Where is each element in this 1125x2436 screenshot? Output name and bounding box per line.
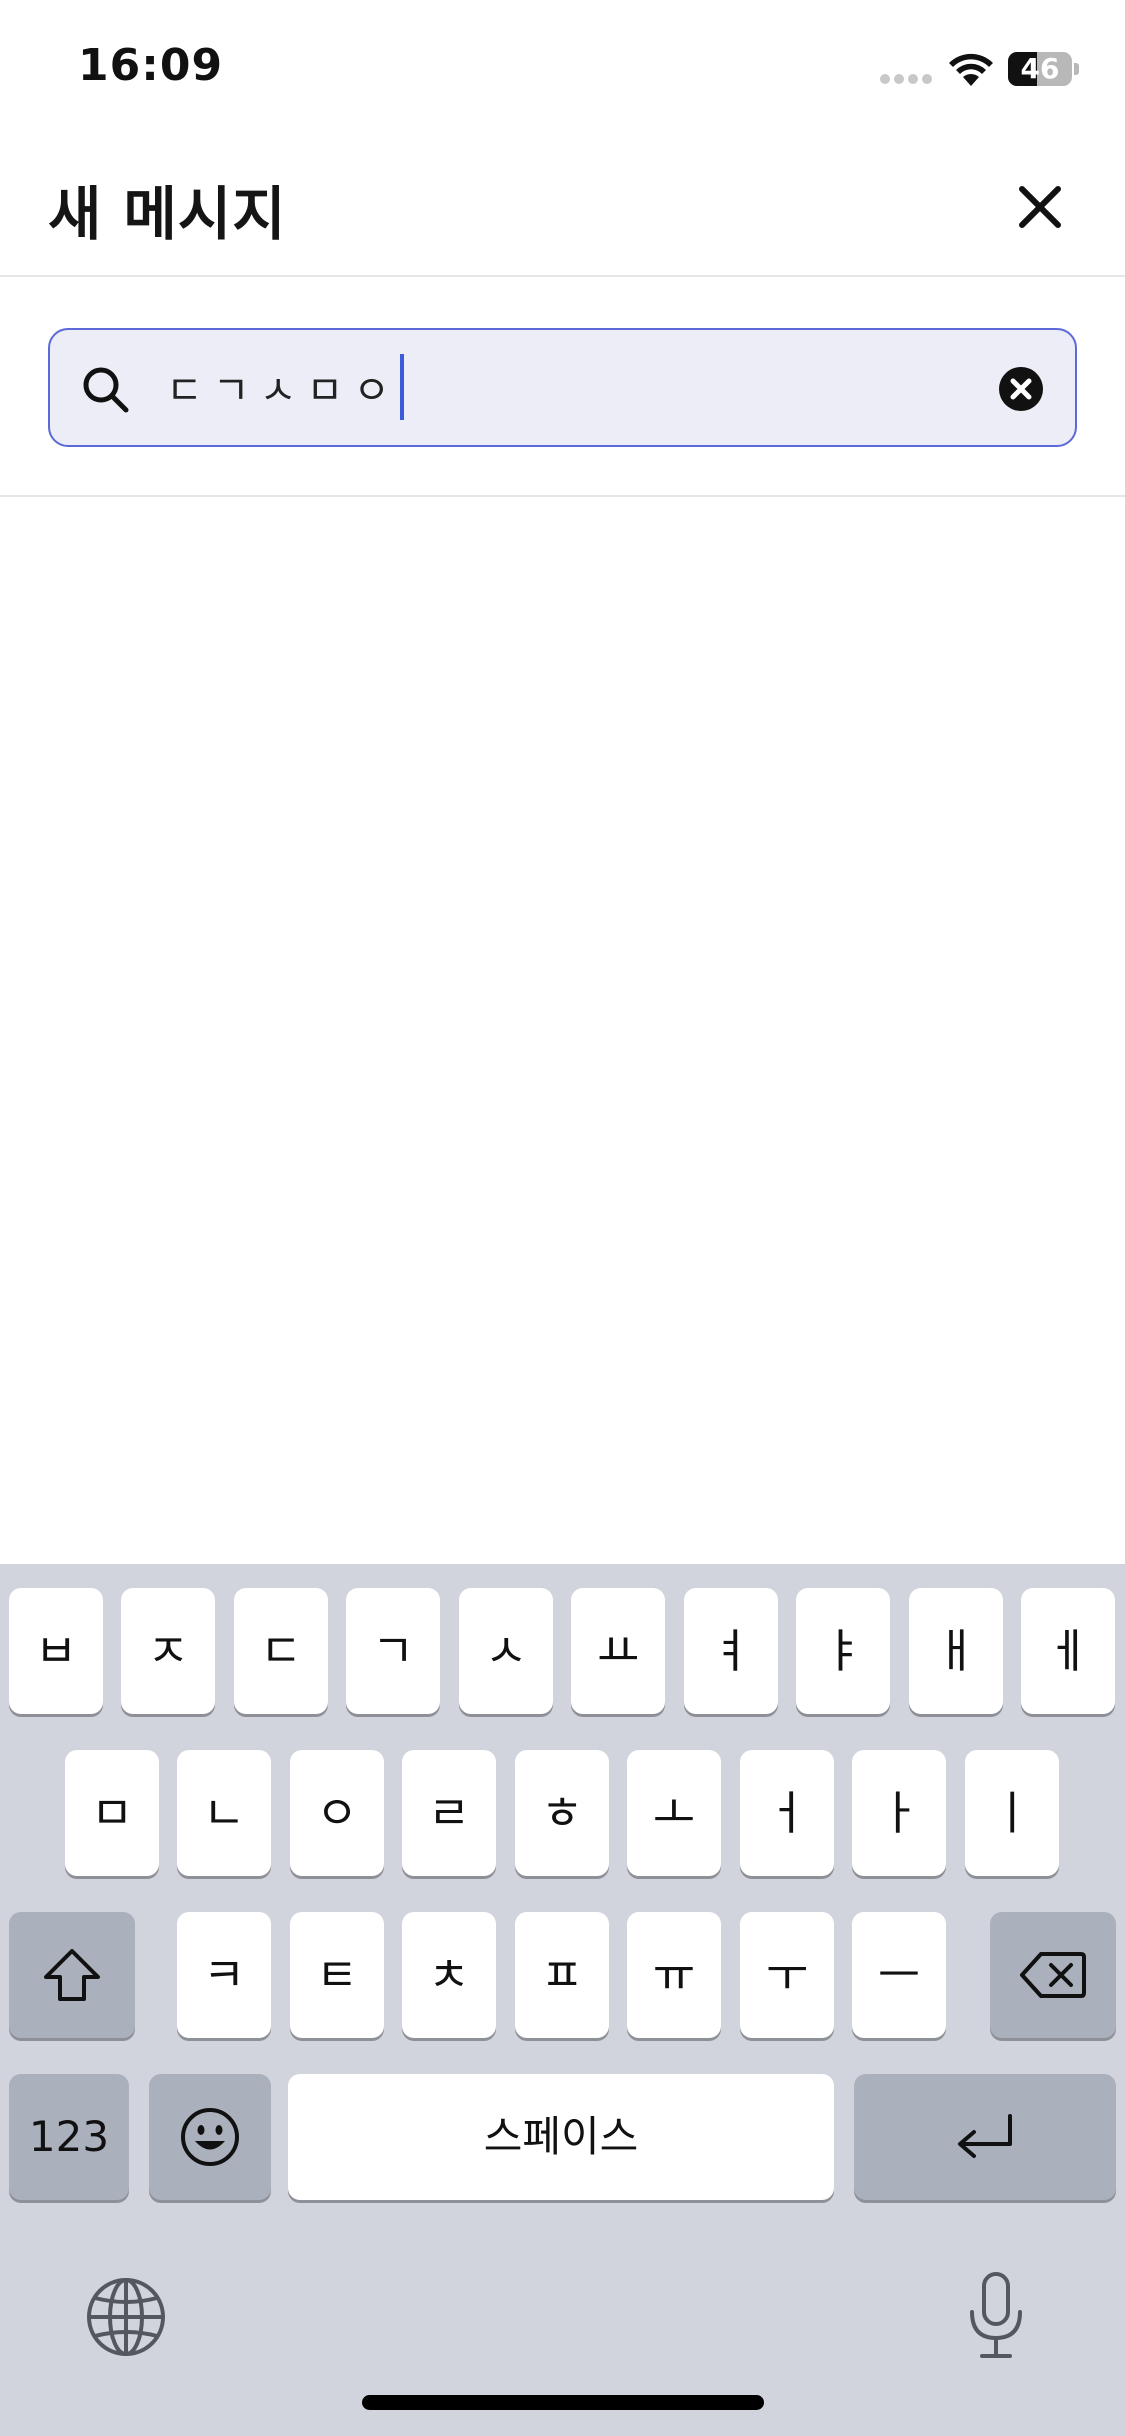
keyboard: ㅂ ㅈ ㄷ ㄱ ㅅ ㅛ ㅕ ㅑ ㅐ ㅔ ㅁ ㄴ ㅇ ㄹ ㅎ ㅗ ㅓ ㅏ ㅣ ㅋ …	[0, 1564, 1125, 2436]
search-area: ㄷㄱㅅㅁㅇ	[0, 279, 1125, 497]
header: 새 메시지	[0, 135, 1125, 277]
battery-icon: 46	[1008, 52, 1072, 86]
key-label: ㅋ	[202, 1948, 246, 2002]
key-yu[interactable]: ㅠ	[627, 1912, 721, 2038]
key-label: 123	[28, 2112, 110, 2161]
key-ch[interactable]: ㅊ	[402, 1912, 496, 2038]
key-r[interactable]: ㄹ	[402, 1750, 496, 1876]
search-input[interactable]: ㄷㄱㅅㅁㅇ	[48, 328, 1077, 447]
key-label: ㅕ	[709, 1624, 753, 1678]
search-value: ㄷㄱㅅㅁㅇ	[166, 368, 400, 414]
key-p[interactable]: ㅍ	[515, 1912, 609, 2038]
key-yo[interactable]: ㅛ	[571, 1588, 665, 1714]
search-input-text: ㄷㄱㅅㅁㅇ	[166, 354, 404, 426]
return-key[interactable]	[854, 2074, 1116, 2200]
key-label: ㅛ	[596, 1624, 640, 1678]
key-ae[interactable]: ㅐ	[909, 1588, 1003, 1714]
close-icon[interactable]	[1010, 177, 1070, 237]
key-n[interactable]: ㄴ	[177, 1750, 271, 1876]
key-o[interactable]: ㅗ	[627, 1750, 721, 1876]
battery-tip	[1074, 63, 1079, 75]
emoji-key[interactable]	[149, 2074, 271, 2200]
home-indicator[interactable]	[362, 2395, 764, 2410]
key-label: ㅁ	[90, 1786, 134, 1840]
key-k[interactable]: ㅋ	[177, 1912, 271, 2038]
search-icon	[83, 367, 129, 413]
key-label: 스페이스	[483, 2112, 639, 2161]
key-label: ㅌ	[315, 1948, 359, 2002]
status-bar: 16:09 46	[0, 0, 1125, 135]
shift-key[interactable]	[9, 1912, 135, 2038]
battery-level: 46	[1020, 52, 1060, 85]
status-time: 16:09	[78, 40, 224, 91]
key-u[interactable]: ㅜ	[740, 1912, 834, 2038]
wifi-icon	[949, 53, 993, 86]
key-label: ㅔ	[1046, 1624, 1090, 1678]
key-g[interactable]: ㄱ	[346, 1588, 440, 1714]
key-d[interactable]: ㄷ	[234, 1588, 328, 1714]
key-label: ㅅ	[484, 1624, 528, 1678]
key-label: ㅗ	[652, 1786, 696, 1840]
key-label: ㅜ	[765, 1948, 809, 2002]
key-label: ㅊ	[427, 1948, 471, 2002]
key-label: ㅎ	[540, 1786, 584, 1840]
key-i[interactable]: ㅣ	[965, 1750, 1059, 1876]
globe-icon[interactable]	[85, 2276, 167, 2358]
key-s[interactable]: ㅅ	[459, 1588, 553, 1714]
key-eo[interactable]: ㅓ	[740, 1750, 834, 1876]
key-label: ㄱ	[371, 1624, 415, 1678]
key-label: ㅓ	[765, 1786, 809, 1840]
emoji-icon	[181, 2108, 239, 2166]
key-label: ㅡ	[877, 1948, 921, 2002]
key-label: ㅣ	[990, 1786, 1034, 1840]
cellular-signal-icon	[880, 74, 934, 86]
shift-icon	[44, 1949, 100, 2001]
key-yeo[interactable]: ㅕ	[684, 1588, 778, 1714]
key-m[interactable]: ㅁ	[65, 1750, 159, 1876]
key-label: ㅐ	[934, 1624, 978, 1678]
clear-circle-icon[interactable]	[998, 366, 1044, 412]
key-ya[interactable]: ㅑ	[796, 1588, 890, 1714]
text-cursor	[400, 354, 404, 420]
backspace-key[interactable]	[990, 1912, 1116, 2038]
key-label: ㅠ	[652, 1948, 696, 2002]
key-ng[interactable]: ㅇ	[290, 1750, 384, 1876]
space-key[interactable]: 스페이스	[288, 2074, 834, 2200]
return-icon	[958, 2114, 1012, 2158]
key-h[interactable]: ㅎ	[515, 1750, 609, 1876]
key-eu[interactable]: ㅡ	[852, 1912, 946, 2038]
microphone-icon[interactable]	[966, 2270, 1026, 2362]
backspace-icon	[1020, 1952, 1086, 1998]
key-j[interactable]: ㅈ	[121, 1588, 215, 1714]
key-label: ㅈ	[146, 1624, 190, 1678]
key-label: ㄴ	[202, 1786, 246, 1840]
key-label: ㅑ	[821, 1624, 865, 1678]
key-label: ㅍ	[540, 1948, 584, 2002]
key-label: ㄷ	[259, 1624, 303, 1678]
key-t[interactable]: ㅌ	[290, 1912, 384, 2038]
key-label: ㅏ	[877, 1786, 921, 1840]
key-label: ㅂ	[34, 1624, 78, 1678]
key-label: ㄹ	[427, 1786, 471, 1840]
numbers-key[interactable]: 123	[9, 2074, 129, 2200]
key-e[interactable]: ㅔ	[1021, 1588, 1115, 1714]
page-title: 새 메시지	[48, 180, 287, 248]
key-label: ㅇ	[315, 1786, 359, 1840]
key-a[interactable]: ㅏ	[852, 1750, 946, 1876]
key-b[interactable]: ㅂ	[9, 1588, 103, 1714]
